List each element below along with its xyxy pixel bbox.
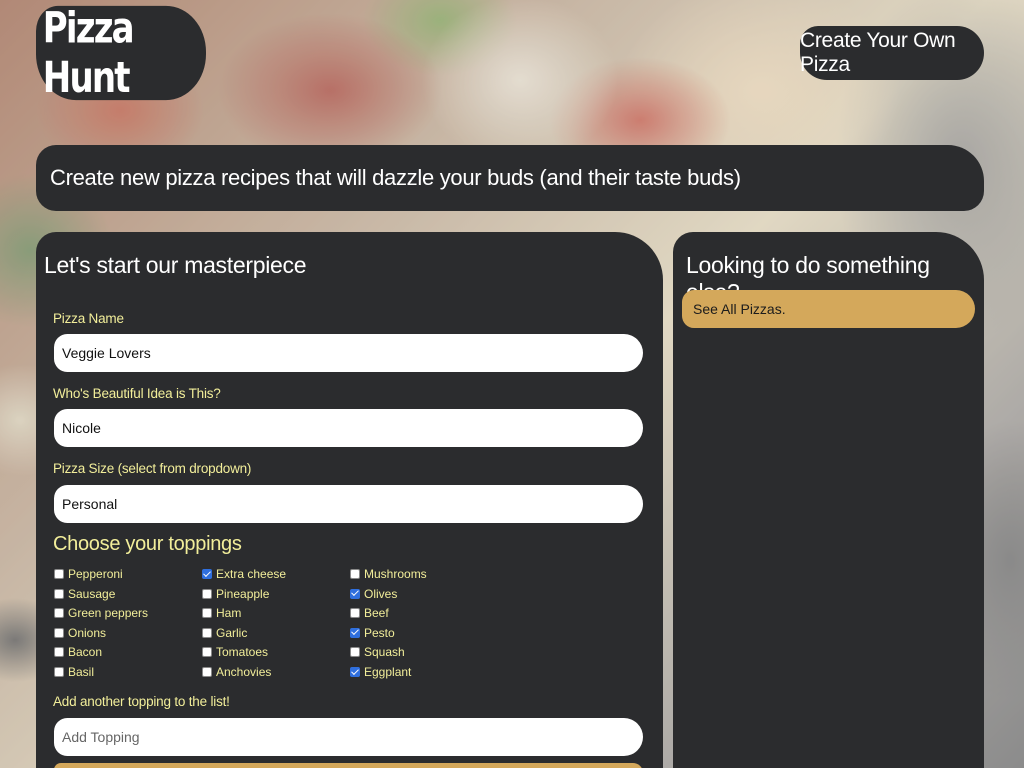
add-topping-input[interactable] xyxy=(54,718,643,756)
pizza-size-label: Pizza Size (select from dropdown) xyxy=(53,461,252,476)
tagline-banner: Create new pizza recipes that will dazzl… xyxy=(36,145,984,211)
topping-checkbox[interactable] xyxy=(202,647,212,658)
topping-option[interactable]: Olives xyxy=(350,585,397,603)
topping-checkbox[interactable] xyxy=(54,569,64,579)
pizza-form-panel: Let's start our masterpiece Pizza Name W… xyxy=(36,232,663,768)
topping-option[interactable]: Tomatoes xyxy=(202,643,268,661)
topping-label: Sausage xyxy=(68,586,116,601)
see-all-pizzas-link[interactable]: See All Pizzas. xyxy=(682,290,975,328)
pizza-name-label: Pizza Name xyxy=(53,311,124,326)
topping-label: Green peppers xyxy=(68,606,149,621)
topping-checkbox[interactable] xyxy=(350,569,360,579)
topping-label: Anchovies xyxy=(216,665,272,679)
topping-label: Squash xyxy=(364,645,405,660)
topping-checkbox[interactable] xyxy=(54,667,64,677)
pizza-name-input[interactable] xyxy=(54,334,643,372)
topping-option[interactable]: Ham xyxy=(202,604,241,622)
topping-option[interactable]: Anchovies xyxy=(202,663,271,681)
topping-option[interactable]: Bacon xyxy=(54,643,102,661)
topping-label: Ham xyxy=(216,606,242,621)
topping-label: Tomatoes xyxy=(216,645,269,660)
topping-label: Olives xyxy=(364,586,398,601)
topping-label: Garlic xyxy=(216,625,248,640)
topping-label: Beef xyxy=(364,606,389,621)
topping-checkbox[interactable] xyxy=(202,627,212,638)
topping-option[interactable]: Onions xyxy=(54,624,106,642)
topping-checkbox[interactable] xyxy=(54,627,64,638)
create-your-own-pizza-button[interactable]: Create Your Own Pizza xyxy=(800,26,984,80)
topping-checkbox[interactable] xyxy=(54,588,64,599)
topping-option[interactable]: Pesto xyxy=(350,624,395,642)
topping-checkbox[interactable] xyxy=(350,588,360,599)
topping-checkbox[interactable] xyxy=(350,608,360,619)
created-by-label: Who's Beautiful Idea is This? xyxy=(53,386,221,401)
pizza-size-select[interactable] xyxy=(54,485,643,523)
topping-label: Onions xyxy=(68,625,107,640)
topping-option[interactable]: Pineapple xyxy=(202,585,269,603)
topping-label: Basil xyxy=(68,665,95,679)
created-by-input[interactable] xyxy=(54,409,643,447)
topping-checkbox[interactable] xyxy=(54,647,64,658)
topping-option[interactable]: Beef xyxy=(350,604,389,622)
topping-option[interactable]: Pepperoni xyxy=(54,565,123,583)
topping-label: Pepperoni xyxy=(68,567,123,581)
topping-label: Eggplant xyxy=(364,665,412,679)
toppings-title: Choose your toppings xyxy=(53,533,242,555)
form-title: Let's start our masterpiece xyxy=(44,252,307,278)
topping-label: Mushrooms xyxy=(364,567,427,581)
site-logo[interactable]: Pizza Hunt xyxy=(36,3,206,103)
topping-option[interactable]: Eggplant xyxy=(350,663,411,681)
topping-label: Bacon xyxy=(68,645,103,660)
topping-option[interactable]: Basil xyxy=(54,663,94,681)
topping-checkbox[interactable] xyxy=(202,569,212,579)
topping-checkbox[interactable] xyxy=(54,608,64,619)
topping-option[interactable]: Sausage xyxy=(54,585,115,603)
topping-label: Pineapple xyxy=(216,586,270,601)
topping-option[interactable]: Extra cheese xyxy=(202,565,286,583)
topping-checkbox[interactable] xyxy=(202,608,212,619)
logo-text: Pizza Hunt xyxy=(42,3,135,103)
topping-option[interactable]: Green peppers xyxy=(54,604,148,622)
topping-checkbox[interactable] xyxy=(350,667,360,677)
topping-checkbox[interactable] xyxy=(202,667,212,677)
topping-option[interactable]: Squash xyxy=(350,643,405,661)
topping-option[interactable]: Garlic xyxy=(202,624,247,642)
topping-option[interactable]: Mushrooms xyxy=(350,565,427,583)
topping-label: Extra cheese xyxy=(216,567,287,581)
topping-label: Pesto xyxy=(364,625,395,640)
topping-checkbox[interactable] xyxy=(350,627,360,638)
topping-checkbox[interactable] xyxy=(350,647,360,658)
topping-checkbox[interactable] xyxy=(202,588,212,599)
submit-button[interactable] xyxy=(54,763,643,768)
add-topping-label: Add another topping to the list! xyxy=(53,694,230,709)
sidebar-panel: Looking to do something else? See All Pi… xyxy=(673,232,984,768)
